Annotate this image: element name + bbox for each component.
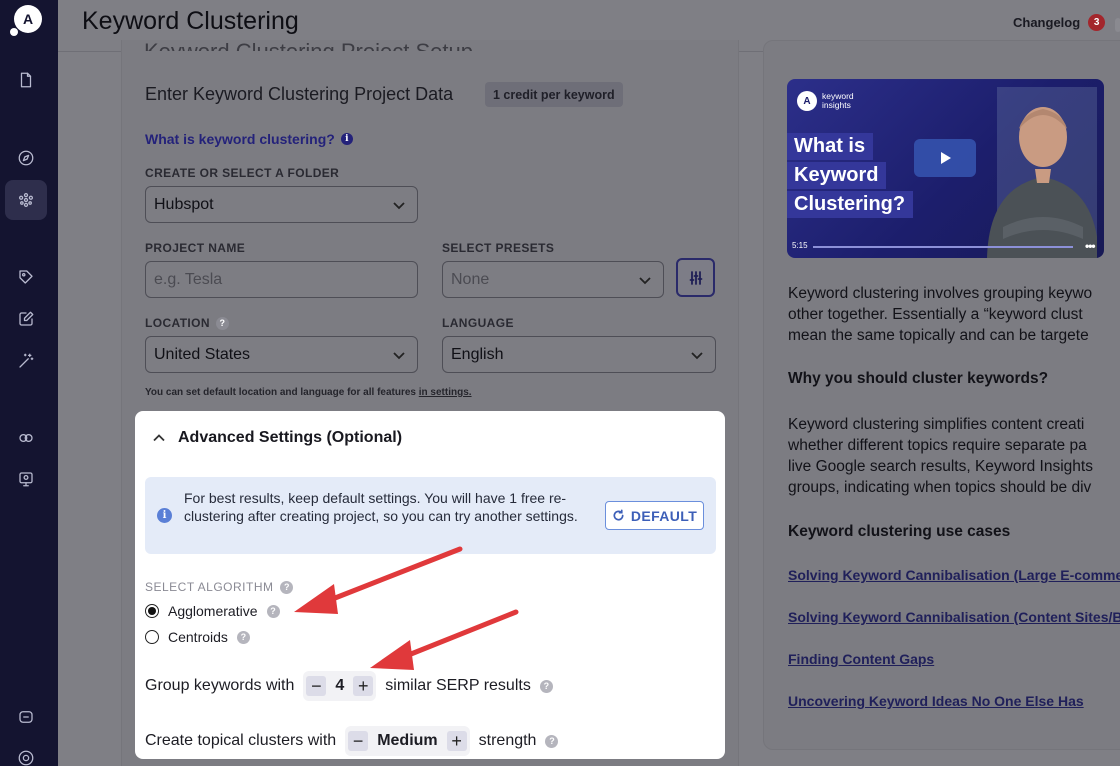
use-case-link[interactable]: Solving Keyword Cannibalisation (Large E…	[788, 567, 1120, 583]
use-case-link[interactable]: Finding Content Gaps	[788, 651, 934, 667]
why-line: Keyword clustering simplifies content cr…	[788, 416, 1085, 433]
video-brand: A keyword insights	[797, 91, 854, 111]
intro-line: other together. Essentially a “keyword c…	[788, 306, 1083, 323]
side-panel-content: A keyword insights What is Keyword Cluste…	[0, 0, 1120, 766]
video-title: What is Keyword Clustering?	[787, 133, 914, 220]
more-options-icon[interactable]: •••	[1085, 239, 1096, 253]
why-paragraph: Keyword clustering simplifies content cr…	[788, 414, 1093, 498]
why-line: groups, indicating when topics should be…	[788, 479, 1092, 496]
video-player[interactable]: A keyword insights What is Keyword Cluste…	[787, 79, 1104, 258]
why-line: live Google search results, Keyword Insi…	[788, 458, 1093, 475]
video-title-line: Keyword	[787, 162, 887, 189]
video-brand-text: keyword insights	[822, 91, 854, 110]
use-case-link[interactable]: Uncovering Keyword Ideas No One Else Has	[788, 693, 1084, 709]
why-heading: Why you should cluster keywords?	[788, 370, 1049, 387]
video-duration: 5:15	[792, 241, 808, 250]
intro-line: Keyword clustering involves grouping key…	[788, 285, 1093, 302]
play-button[interactable]	[914, 139, 976, 177]
presenter-thumbnail	[987, 87, 1097, 258]
brand-logo-icon: A	[797, 91, 817, 111]
use-cases-heading: Keyword clustering use cases	[788, 523, 1011, 540]
play-icon	[941, 152, 951, 164]
intro-paragraph: Keyword clustering involves grouping key…	[788, 283, 1092, 346]
intro-line: mean the same topically and can be targe…	[788, 327, 1089, 344]
video-progress-bar[interactable]	[813, 246, 1073, 248]
use-case-link[interactable]: Solving Keyword Cannibalisation (Content…	[788, 609, 1120, 625]
video-title-line: Clustering?	[787, 191, 914, 218]
why-line: whether different topics require separat…	[788, 437, 1087, 454]
video-title-line: What is	[787, 133, 874, 160]
